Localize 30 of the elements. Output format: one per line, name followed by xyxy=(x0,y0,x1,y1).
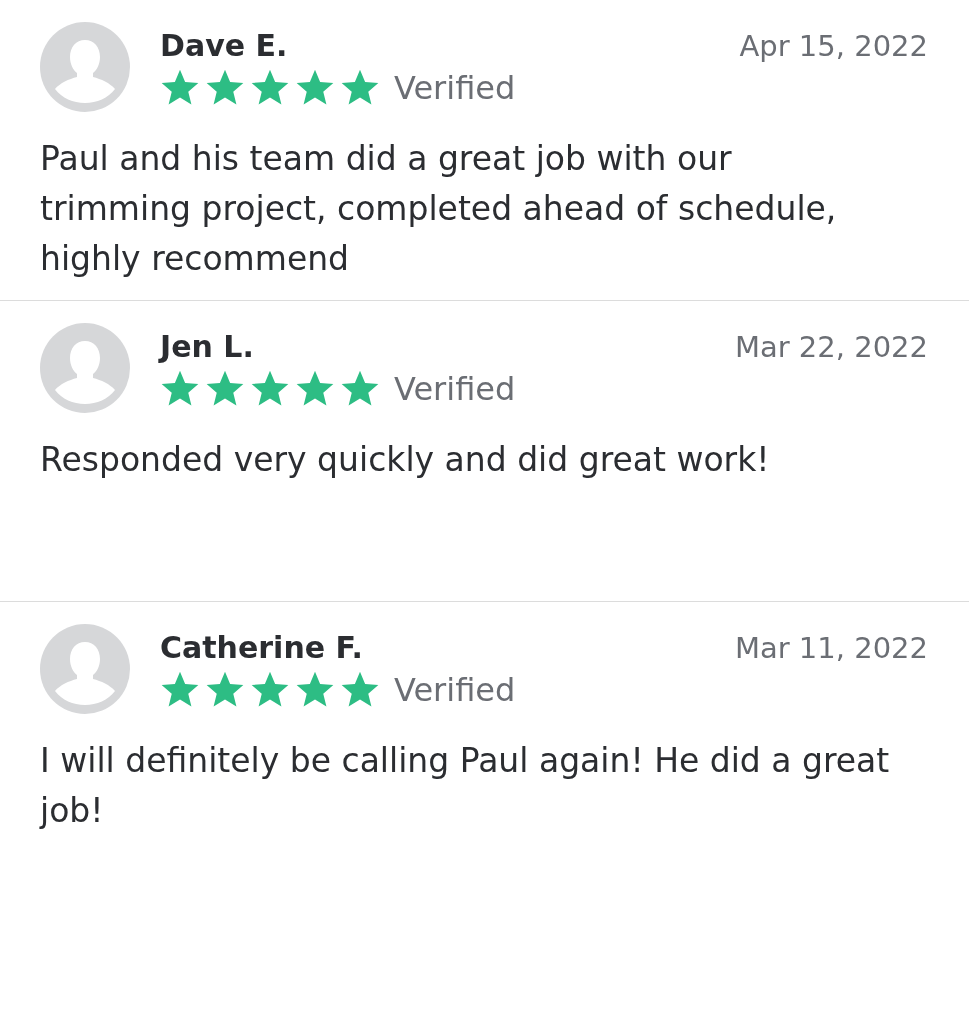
avatar-icon xyxy=(40,22,130,112)
star-icon xyxy=(340,370,380,408)
star-icon xyxy=(250,69,290,107)
star-icon xyxy=(250,370,290,408)
star-icon xyxy=(205,671,245,709)
reviewer-name: Dave E. xyxy=(160,28,288,63)
reviewer-name: Jen L. xyxy=(160,329,254,364)
review-text: Paul and his team did a great job with our trimming project, completed ahead of schedule, highly recommend xyxy=(40,138,838,280)
avatar-icon xyxy=(40,323,130,413)
star-icon xyxy=(295,671,335,709)
avatar-icon xyxy=(40,624,130,714)
star-icon xyxy=(295,370,335,408)
star-icon xyxy=(340,69,380,107)
reviewer-name: Catherine F. xyxy=(160,630,363,665)
star-icon xyxy=(340,671,380,709)
star-icon xyxy=(205,69,245,107)
review-text: I will definitely be calling Paul again! He did a great job! xyxy=(40,740,890,832)
verified-label: Verified xyxy=(394,370,516,408)
verified-label: Verified xyxy=(394,671,516,709)
review-date: Mar 22, 2022 xyxy=(734,330,928,364)
verified-label: Verified xyxy=(394,69,516,107)
star-icon xyxy=(160,370,200,408)
review-text: Responded very quickly and did great work! xyxy=(40,439,771,481)
star-icon xyxy=(250,671,290,709)
review-date: Mar 11, 2022 xyxy=(734,631,928,665)
review-date: Apr 15, 2022 xyxy=(739,29,928,63)
star-icon xyxy=(205,370,245,408)
star-icon xyxy=(160,69,200,107)
star-icon xyxy=(295,69,335,107)
star-icon xyxy=(160,671,200,709)
